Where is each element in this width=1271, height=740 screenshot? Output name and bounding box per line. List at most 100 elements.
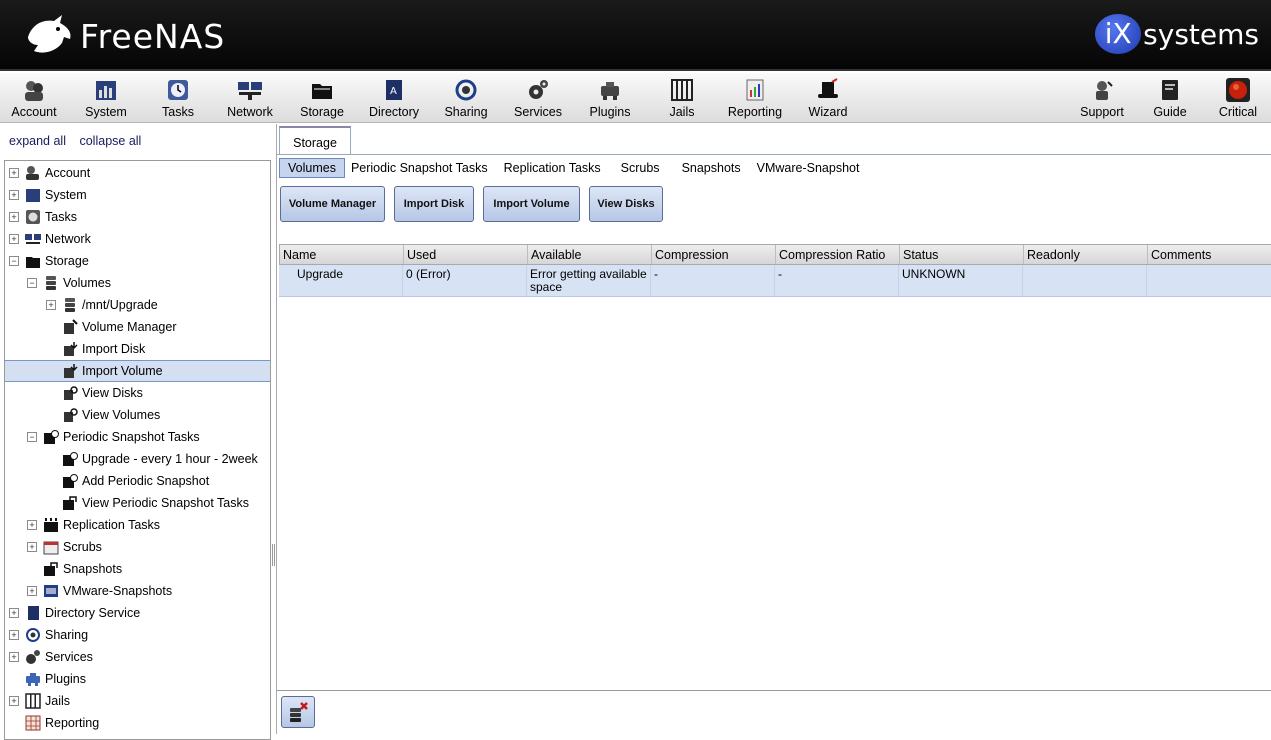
tree-item-system[interactable]: + System bbox=[5, 184, 270, 206]
table-row[interactable]: Upgrade 0 (Error) Error getting availabl… bbox=[279, 265, 1271, 297]
detach-volume-button[interactable] bbox=[281, 696, 315, 728]
tree-item-plugins[interactable]: Plugins bbox=[5, 668, 270, 690]
ixsystems-logo[interactable]: iX systems bbox=[1095, 14, 1259, 54]
toolbar-network-button[interactable]: Network bbox=[214, 73, 286, 123]
toolbar-system-button[interactable]: System bbox=[70, 73, 142, 123]
tab-divider bbox=[277, 154, 1271, 155]
view-disks-icon bbox=[62, 385, 78, 401]
toolbar-jails-button[interactable]: Jails bbox=[646, 73, 718, 123]
tab-storage[interactable]: Storage bbox=[279, 126, 351, 154]
tasks-icon bbox=[25, 209, 41, 225]
expand-all-link[interactable]: expand all bbox=[9, 134, 66, 148]
toolbar-directory-button[interactable]: A Directory bbox=[358, 73, 430, 123]
tree-item-sharing[interactable]: + Sharing bbox=[5, 624, 270, 646]
column-header-comments[interactable]: Comments bbox=[1148, 245, 1269, 264]
tree-item-mnt-upgrade[interactable]: + /mnt/Upgrade bbox=[5, 294, 270, 316]
toolbar-plugins-button[interactable]: Plugins bbox=[574, 73, 646, 123]
collapse-toggle[interactable]: − bbox=[27, 432, 37, 442]
tree-item-network[interactable]: + Network bbox=[5, 228, 270, 250]
expand-toggle[interactable]: + bbox=[9, 630, 19, 640]
reporting-icon bbox=[742, 77, 768, 103]
expand-toggle[interactable]: + bbox=[9, 234, 19, 244]
tree-item-vmware-snapshots[interactable]: + VMware-Snapshots bbox=[5, 580, 270, 602]
add-snapshot-icon bbox=[62, 473, 78, 489]
column-header-available[interactable]: Available bbox=[528, 245, 652, 264]
column-header-status[interactable]: Status bbox=[900, 245, 1024, 264]
app-header: FreeNAS iX systems bbox=[0, 0, 1271, 71]
toolbar-tasks-button[interactable]: Tasks bbox=[142, 73, 214, 123]
toolbar-account-button[interactable]: Account bbox=[0, 73, 70, 123]
collapse-toggle[interactable]: − bbox=[27, 278, 37, 288]
tree-item-add-periodic-snapshot[interactable]: Add Periodic Snapshot bbox=[5, 470, 270, 492]
expand-toggle[interactable]: + bbox=[9, 212, 19, 222]
expand-toggle[interactable]: + bbox=[27, 520, 37, 530]
expand-toggle[interactable]: + bbox=[9, 190, 19, 200]
tree-item-snapshot-task-upgrade[interactable]: Upgrade - every 1 hour - 2week bbox=[5, 448, 270, 470]
subtab-volumes[interactable]: Volumes bbox=[279, 158, 345, 178]
tree-item-snapshots[interactable]: Snapshots bbox=[5, 558, 270, 580]
tree-item-storage[interactable]: − Storage bbox=[5, 250, 270, 272]
toolbar-label: System bbox=[85, 105, 127, 119]
volumes-table: Name Used Available Compression Compress… bbox=[279, 244, 1271, 297]
expand-toggle[interactable]: + bbox=[9, 696, 19, 706]
toolbar-label: Plugins bbox=[589, 105, 631, 119]
tree-item-label: Snapshots bbox=[63, 562, 123, 576]
tree-item-jails[interactable]: + Jails bbox=[5, 690, 270, 712]
collapse-toggle[interactable]: − bbox=[9, 256, 19, 266]
tree-item-replication-tasks[interactable]: + Replication Tasks bbox=[5, 514, 270, 536]
toolbar-critical-button[interactable]: Critical bbox=[1202, 73, 1271, 123]
tree-item-label: Volume Manager bbox=[82, 320, 177, 334]
column-header-compression-ratio[interactable]: Compression Ratio bbox=[776, 245, 900, 264]
subtab-vmware-snapshot[interactable]: VMware-Snapshot bbox=[749, 158, 868, 178]
tree-item-label: VMware-Snapshots bbox=[63, 584, 173, 598]
tree-item-scrubs[interactable]: + Scrubs bbox=[5, 536, 270, 558]
column-header-name[interactable]: Name bbox=[280, 245, 404, 264]
tree-item-volumes[interactable]: − Volumes bbox=[5, 272, 270, 294]
column-header-compression[interactable]: Compression bbox=[652, 245, 776, 264]
pane-splitter[interactable] bbox=[272, 544, 275, 566]
subtab-periodic-snapshot-tasks[interactable]: Periodic Snapshot Tasks bbox=[345, 158, 496, 178]
toolbar-guide-button[interactable]: Guide bbox=[1134, 73, 1206, 123]
toolbar-services-button[interactable]: Services bbox=[502, 73, 574, 123]
toolbar-label: Account bbox=[11, 105, 57, 119]
bottom-divider bbox=[277, 690, 1271, 691]
tree-item-view-periodic-snapshot-tasks[interactable]: View Periodic Snapshot Tasks bbox=[5, 492, 270, 514]
toolbar-support-button[interactable]: Support bbox=[1066, 73, 1138, 123]
toolbar-sharing-button[interactable]: Sharing bbox=[430, 73, 502, 123]
tree-item-volume-manager[interactable]: Volume Manager bbox=[5, 316, 270, 338]
toolbar-label: Jails bbox=[669, 105, 695, 119]
tree-item-account[interactable]: + Account bbox=[5, 162, 270, 184]
cell-name: Upgrade bbox=[279, 265, 403, 296]
expand-toggle[interactable]: + bbox=[27, 586, 37, 596]
snapshot-task-icon bbox=[62, 451, 78, 467]
column-header-readonly[interactable]: Readonly bbox=[1024, 245, 1148, 264]
expand-toggle[interactable]: + bbox=[9, 168, 19, 178]
tree-item-import-volume[interactable]: Import Volume bbox=[5, 360, 270, 382]
toolbar-reporting-button[interactable]: Reporting bbox=[719, 73, 791, 123]
import-volume-button[interactable]: Import Volume bbox=[483, 186, 580, 222]
tree-item-services[interactable]: + Services bbox=[5, 646, 270, 668]
expand-toggle[interactable]: + bbox=[9, 608, 19, 618]
tree-item-view-disks[interactable]: View Disks bbox=[5, 382, 270, 404]
volume-manager-button[interactable]: Volume Manager bbox=[280, 186, 385, 222]
tree-item-periodic-snapshot-tasks[interactable]: − Periodic Snapshot Tasks bbox=[5, 426, 270, 448]
subtab-snapshots[interactable]: Snapshots bbox=[674, 158, 749, 178]
subtab-replication-tasks[interactable]: Replication Tasks bbox=[496, 158, 609, 178]
expand-toggle[interactable]: + bbox=[46, 300, 56, 310]
tree-item-label: Periodic Snapshot Tasks bbox=[63, 430, 200, 444]
toolbar-storage-button[interactable]: Storage bbox=[286, 73, 358, 123]
expand-toggle[interactable]: + bbox=[27, 542, 37, 552]
tree-item-directory-service[interactable]: + Directory Service bbox=[5, 602, 270, 624]
tree-item-tasks[interactable]: + Tasks bbox=[5, 206, 270, 228]
tree-item-reporting[interactable]: Reporting bbox=[5, 712, 270, 734]
tree-item-import-disk[interactable]: Import Disk bbox=[5, 338, 270, 360]
subtab-scrubs[interactable]: Scrubs bbox=[609, 158, 674, 178]
collapse-all-link[interactable]: collapse all bbox=[79, 134, 141, 148]
import-disk-button[interactable]: Import Disk bbox=[394, 186, 474, 222]
view-disks-button[interactable]: View Disks bbox=[589, 186, 663, 222]
freenas-logo[interactable]: FreeNAS bbox=[24, 12, 225, 60]
column-header-used[interactable]: Used bbox=[404, 245, 528, 264]
expand-toggle[interactable]: + bbox=[9, 652, 19, 662]
tree-item-view-volumes[interactable]: View Volumes bbox=[5, 404, 270, 426]
toolbar-wizard-button[interactable]: Wizard bbox=[792, 73, 864, 123]
